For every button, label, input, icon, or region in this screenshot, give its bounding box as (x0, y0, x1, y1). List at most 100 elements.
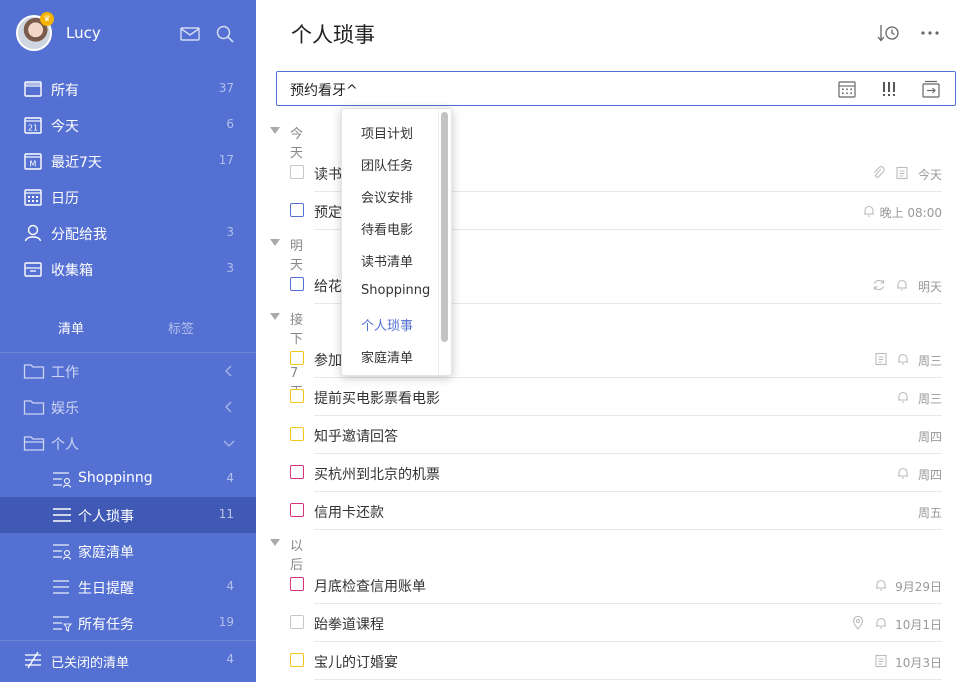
folder-label: 娱乐 (51, 401, 79, 417)
note-icon (875, 654, 887, 668)
task-row[interactable]: 月底检查信用账单 9月29日 (290, 566, 942, 604)
tab-tags[interactable]: 标签 (168, 318, 194, 337)
dropdown-item[interactable]: 项目计划 (361, 123, 413, 143)
sidebar-item-assigned-to-me[interactable]: 分配给我 3 (0, 215, 256, 251)
task-row[interactable]: 知乎邀请回答 周四 (290, 416, 942, 454)
collapse-triangle-icon (270, 239, 280, 246)
shared-list-icon (53, 544, 72, 560)
task-checkbox[interactable] (290, 503, 304, 517)
sidebar-item-label: 收集箱 (51, 263, 93, 279)
move-to-list-icon[interactable] (920, 78, 942, 100)
collapse-triangle-icon (270, 539, 280, 546)
task-checkbox[interactable] (290, 277, 304, 291)
task-title: 知乎邀请回答 (314, 429, 398, 445)
calendar-grid-icon (24, 189, 42, 206)
more-options-icon[interactable] (918, 22, 942, 44)
list-picker-dropdown: 项目计划 团队任务 会议安排 待看电影 读书清单 Shoppinng 个人琐事 … (341, 108, 452, 376)
task-checkbox[interactable] (290, 203, 304, 217)
task-title: 给花 (314, 279, 342, 295)
dropdown-item[interactable]: 读书清单 (361, 251, 413, 271)
folder-personal[interactable]: 个人 (0, 425, 256, 461)
folder-open-icon (23, 436, 45, 451)
list-birthday-reminders[interactable]: 生日提醒 4 (0, 569, 256, 605)
task-title: 参加 (314, 353, 342, 369)
mail-icon[interactable] (180, 24, 200, 44)
task-row[interactable]: 买杭州到北京的机票 周四 (290, 454, 942, 492)
user-name[interactable]: Lucy (66, 24, 101, 42)
date-picker-icon[interactable] (836, 78, 858, 100)
sidebar-item-calendar[interactable]: 日历 (0, 179, 256, 215)
list-icon (53, 508, 71, 522)
chevron-down-icon[interactable] (222, 436, 236, 450)
task-row[interactable]: 信用卡还款 周五 (290, 492, 942, 530)
list-icon (53, 580, 69, 594)
task-title: 信用卡还款 (314, 505, 384, 521)
dropdown-item-selected[interactable]: 个人琐事 (361, 315, 413, 335)
sidebar-item-count: 3 (226, 225, 234, 239)
sidebar-item-label: 今天 (51, 119, 79, 135)
sidebar-item-label: 日历 (51, 191, 79, 207)
task-title: 月底检查信用账单 (314, 579, 426, 595)
add-task-input[interactable] (290, 80, 790, 100)
calendar-day-icon: 21 (24, 117, 42, 134)
search-icon[interactable] (215, 24, 235, 44)
list-count: 4 (226, 579, 234, 593)
dropdown-item[interactable]: 团队任务 (361, 155, 413, 175)
collapse-triangle-icon (270, 127, 280, 134)
sidebar-item-today[interactable]: 21 今天 6 (0, 107, 256, 143)
bell-icon (864, 205, 874, 217)
list-family[interactable]: 家庭清单 (0, 533, 256, 569)
closed-lists-count: 4 (226, 652, 234, 666)
chevron-left-icon[interactable] (222, 400, 236, 414)
task-checkbox[interactable] (290, 653, 304, 667)
dropdown-scrollbar[interactable] (441, 112, 448, 342)
bell-icon (898, 467, 908, 479)
task-checkbox[interactable] (290, 615, 304, 629)
folder-entertainment[interactable]: 娱乐 (0, 389, 256, 425)
task-row[interactable]: 提前买电影票看电影 周三 (290, 378, 942, 416)
task-title: 提前买电影票看电影 (314, 391, 440, 407)
list-label: 所有任务 (78, 617, 134, 633)
repeat-icon (873, 279, 885, 291)
chevron-left-icon[interactable] (222, 364, 236, 378)
list-shoppinng[interactable]: Shoppinng 4 (0, 461, 256, 497)
calendar-week-icon: M (24, 153, 42, 170)
dropdown-item[interactable]: Shoppinng (361, 283, 430, 303)
task-checkbox[interactable] (290, 427, 304, 441)
task-checkbox[interactable] (290, 465, 304, 479)
sidebar-item-inbox[interactable]: 收集箱 3 (0, 251, 256, 287)
task-date: 10月3日 (895, 656, 942, 670)
task-checkbox[interactable] (290, 577, 304, 591)
task-row[interactable]: 宝儿的订婚宴 10月3日 (290, 642, 942, 680)
bell-icon (876, 617, 886, 629)
sort-by-time-icon[interactable] (876, 22, 902, 44)
task-date: 周四 (917, 430, 942, 444)
location-pin-icon (852, 616, 864, 630)
sidebar-item-all[interactable]: 所有 37 (0, 71, 256, 107)
bell-icon (876, 579, 886, 591)
task-row[interactable]: 跆拳道课程 10月1日 (290, 604, 942, 642)
priority-icon[interactable] (878, 78, 900, 100)
folder-work[interactable]: 工作 (0, 353, 256, 389)
note-icon (875, 352, 887, 366)
task-checkbox[interactable] (290, 165, 304, 179)
closed-lists[interactable]: 已关闭的清单 4 (0, 640, 256, 678)
task-checkbox[interactable] (290, 351, 304, 365)
dropdown-item[interactable]: 会议安排 (361, 187, 413, 207)
add-task-box (276, 71, 956, 106)
sidebar-item-count: 3 (226, 261, 234, 275)
tab-lists[interactable]: 清单 (58, 318, 84, 337)
task-date: 周三 (917, 354, 942, 368)
dropdown-item[interactable]: 待看电影 (361, 219, 413, 239)
dropdown-item[interactable]: 家庭清单 (361, 347, 413, 367)
list-all-tasks[interactable]: 所有任务 19 (0, 605, 256, 641)
sidebar-item-next7days[interactable]: M 最近7天 17 (0, 143, 256, 179)
list-label: 生日提醒 (78, 581, 134, 597)
list-count: 19 (218, 615, 234, 629)
sidebar-tabs: 清单 标签 (0, 310, 256, 342)
task-checkbox[interactable] (290, 389, 304, 403)
task-title: 预定 (314, 205, 342, 221)
attachment-icon (874, 166, 885, 178)
bell-icon (898, 353, 908, 365)
list-personal-chores[interactable]: 个人琐事 11 (0, 497, 256, 533)
